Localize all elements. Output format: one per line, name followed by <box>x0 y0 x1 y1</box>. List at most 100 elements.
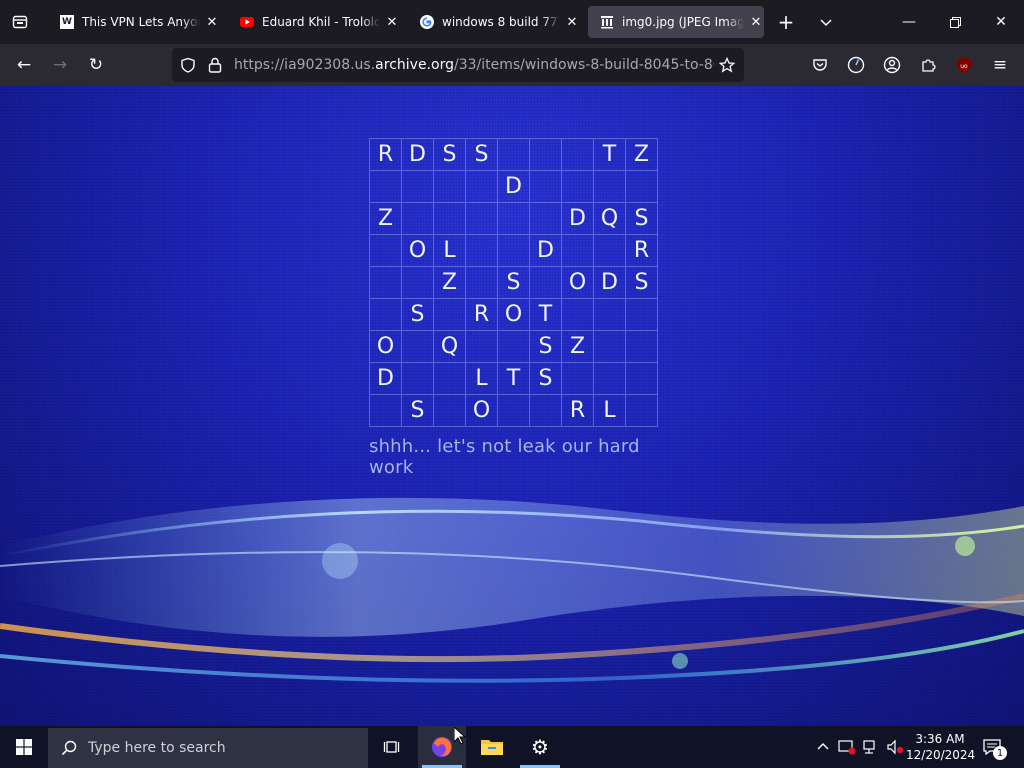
grid-cell <box>402 331 434 363</box>
grid-cell <box>466 171 498 203</box>
bookmark-star-icon[interactable] <box>718 56 736 74</box>
extensions-button[interactable] <box>912 49 944 81</box>
reload-button[interactable]: ↻ <box>80 49 112 81</box>
pocket-button[interactable] <box>804 49 836 81</box>
restore-button[interactable] <box>932 0 978 44</box>
network-icon[interactable] <box>862 738 880 756</box>
grid-cell: S <box>530 363 562 395</box>
grid-cell <box>562 139 594 171</box>
gear-icon: ⚙ <box>531 735 549 759</box>
grid-cell: R <box>466 299 498 331</box>
grid-cell: O <box>498 299 530 331</box>
list-all-tabs-button[interactable] <box>810 6 842 38</box>
firefox-view-button[interactable] <box>4 6 36 38</box>
account-icon <box>883 56 901 74</box>
grid-cell <box>434 171 466 203</box>
grid-cell <box>498 395 530 427</box>
menu-button[interactable]: ≡ <box>984 49 1016 81</box>
arrow-left-icon: ← <box>16 55 32 75</box>
account-button[interactable] <box>876 49 908 81</box>
taskbar: Type here to search ⚙ 3:36 AM 12/20/2024… <box>0 726 1024 768</box>
grid-cell: O <box>562 267 594 299</box>
tab-google[interactable]: windows 8 build 7777 - ✕ <box>408 6 580 38</box>
volume-muted-icon[interactable] <box>886 738 904 756</box>
url-prefix: https://ia902308.us. <box>234 57 376 73</box>
url-host: archive.org <box>375 57 454 73</box>
task-view-button[interactable] <box>368 726 416 768</box>
tab-title: img0.jpg (JPEG Image, <box>622 15 744 29</box>
grid-cell <box>402 267 434 299</box>
taskbar-search[interactable]: Type here to search <box>48 728 368 768</box>
ublock-button[interactable]: uo <box>948 49 980 81</box>
grid-cell <box>530 203 562 235</box>
search-icon <box>60 739 78 757</box>
security-alert-icon[interactable] <box>838 738 856 756</box>
shield-icon[interactable] <box>179 56 197 74</box>
tab-img0[interactable]: img0.jpg (JPEG Image, ✕ <box>588 6 764 38</box>
grid-cell <box>466 203 498 235</box>
back-button[interactable]: ← <box>8 49 40 81</box>
close-icon[interactable]: ✕ <box>204 14 220 30</box>
close-icon[interactable]: ✕ <box>384 14 400 30</box>
minimize-button[interactable]: — <box>886 0 932 44</box>
grid-cell <box>530 267 562 299</box>
grid-cell: S <box>434 139 466 171</box>
chevron-down-icon <box>820 19 832 27</box>
clock-date: 12/20/2024 <box>906 748 976 762</box>
grid-cell <box>370 395 402 427</box>
lock-icon[interactable] <box>206 56 224 74</box>
grid-cell: Q <box>594 203 626 235</box>
grid-cell: S <box>402 299 434 331</box>
grid-cell: O <box>402 235 434 267</box>
grid-cell: T <box>530 299 562 331</box>
grid-cell: D <box>498 171 530 203</box>
notification-badge: 1 <box>993 746 1007 760</box>
tab-youtube[interactable]: Eduard Khil - Trololo So ✕ <box>228 6 400 38</box>
close-icon[interactable]: ✕ <box>748 14 764 30</box>
vpn-logo-icon: W <box>60 15 74 29</box>
grid-cell: S <box>626 267 658 299</box>
image-viewer: RDSSTZDZDQSOLDRZSODSSROTOQSZDLTSSORL shh… <box>0 86 1024 726</box>
tab-vpn[interactable]: W This VPN Lets Anyone I ✕ <box>48 6 220 38</box>
close-icon[interactable]: ✕ <box>564 14 580 30</box>
grid-cell <box>466 331 498 363</box>
grid-cell: D <box>594 267 626 299</box>
grid-cell <box>594 363 626 395</box>
grid-cell: D <box>402 139 434 171</box>
system-clock[interactable]: 3:36 AM 12/20/2024 <box>906 731 976 763</box>
puzzle-icon <box>922 59 936 72</box>
url-text[interactable]: https://ia902308.us.archive.org/33/items… <box>234 57 714 73</box>
close-window-button[interactable]: ✕ <box>978 0 1024 44</box>
grid-cell: O <box>370 331 402 363</box>
minimize-icon: — <box>902 14 916 30</box>
grid-cell <box>498 203 530 235</box>
grid-cell: T <box>594 139 626 171</box>
image-caption: shhh... let's not leak our hard work <box>369 436 640 478</box>
grid-cell <box>402 203 434 235</box>
chevron-up-icon[interactable] <box>814 738 832 756</box>
grid-cell: L <box>466 363 498 395</box>
vpn-extension-button[interactable] <box>840 49 872 81</box>
url-bar[interactable]: https://ia902308.us.archive.org/33/items… <box>172 48 744 82</box>
grid-cell <box>370 299 402 331</box>
grid-cell <box>402 363 434 395</box>
tab-title: windows 8 build 7777 - <box>442 15 560 29</box>
start-button[interactable] <box>0 726 48 768</box>
firefox-view-icon <box>12 15 28 29</box>
new-tab-button[interactable]: + <box>770 6 802 38</box>
grid-cell: R <box>562 395 594 427</box>
grid-cell <box>562 363 594 395</box>
action-center-button[interactable]: 1 <box>980 736 1007 760</box>
grid-cell <box>466 235 498 267</box>
archive-icon <box>600 15 614 29</box>
grid-cell <box>370 171 402 203</box>
google-icon <box>420 15 434 29</box>
taskbar-settings[interactable]: ⚙ <box>516 726 564 768</box>
taskbar-file-explorer[interactable] <box>468 726 516 768</box>
grid-cell <box>434 203 466 235</box>
grid-cell: Q <box>434 331 466 363</box>
forward-button[interactable]: → <box>44 49 76 81</box>
grid-cell <box>434 363 466 395</box>
grid-cell <box>402 171 434 203</box>
grid-cell <box>594 331 626 363</box>
